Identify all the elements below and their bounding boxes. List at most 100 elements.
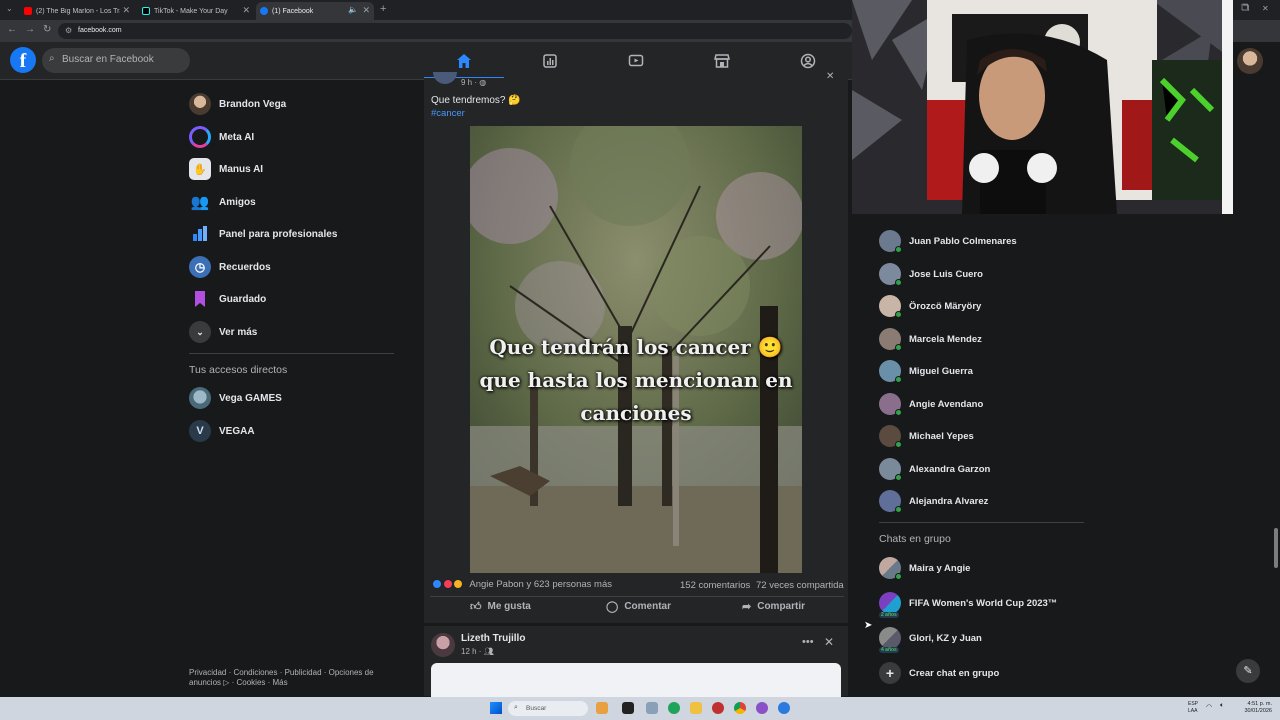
browser-tab[interactable]: (2) The Big Marlon - Los Trabaj ✕	[20, 2, 134, 20]
close-tab-icon[interactable]: ✕	[362, 5, 370, 16]
sidebar-item-friends[interactable]: 👥 Amigos	[189, 189, 256, 215]
taskbar-app-icon[interactable]	[596, 702, 608, 714]
url-bar[interactable]: ⚙ facebook.com	[58, 23, 852, 39]
shortcut-item[interactable]: Vega GAMES	[189, 385, 282, 411]
group-chat-item[interactable]: 4 años Glori, KZ y Juan	[879, 625, 982, 653]
footer-links[interactable]: Privacidad · Condiciones · Publicidad · …	[189, 668, 389, 688]
tab-title: (2) The Big Marlon - Los Trabaj	[36, 7, 120, 15]
audio-icon[interactable]: 🔈	[348, 5, 358, 14]
hashtag-link[interactable]: #cancer	[431, 108, 465, 119]
like-button[interactable]: 👍︎ Me gusta	[470, 600, 531, 613]
nav-marketplace[interactable]	[680, 42, 764, 79]
post-video[interactable]: Que tendrán los cancer 🙂 que hasta los m…	[470, 126, 802, 573]
network-icon[interactable]: ◠	[1206, 703, 1212, 711]
contact-item[interactable]: Juan Pablo Colmenares	[879, 228, 1017, 254]
group-chat-item[interactable]: 2 años FIFA Women's World Cup 2023™	[879, 590, 1057, 618]
shortcut-label: Vega GAMES	[219, 392, 282, 404]
more-options-icon[interactable]: •••	[802, 636, 814, 648]
scrollbar-thumb[interactable]	[1274, 528, 1278, 568]
post-content[interactable]	[431, 663, 841, 699]
comments-count[interactable]: 152 comentarios	[680, 580, 750, 591]
like-reaction-icon	[432, 579, 442, 590]
sidebar-item-meta-ai[interactable]: Meta AI	[189, 124, 254, 150]
browser-tab[interactable]: TikTok - Make Your Day ✕	[138, 2, 254, 20]
sidebar-item-see-more[interactable]: ⌄ Ver más	[189, 319, 257, 345]
sidebar-item-saved[interactable]: Guardado	[189, 286, 266, 312]
taskbar-app-icon[interactable]	[712, 702, 724, 714]
shortcut-item[interactable]: V VEGAA	[189, 418, 255, 444]
online-indicator	[895, 573, 902, 580]
dashboard-icon	[189, 223, 211, 245]
contact-item[interactable]: Alejandra Alvarez	[879, 488, 988, 514]
window-close-icon[interactable]: ✕	[1262, 4, 1269, 13]
comment-button[interactable]: ◯ Comentar	[606, 600, 671, 613]
taskbar-app-icon[interactable]	[668, 702, 680, 714]
nav-video[interactable]	[594, 42, 678, 79]
contact-item[interactable]: Örozcö Märyöry	[879, 293, 981, 319]
post-author[interactable]: Lizeth Trujillo	[461, 633, 525, 644]
window-maximize-icon[interactable]: ❐	[1242, 4, 1249, 13]
post-avatar[interactable]	[431, 633, 455, 657]
new-tab-icon[interactable]: +	[380, 3, 386, 15]
shortcut-label: VEGAA	[219, 425, 255, 437]
tab-list-icon[interactable]: ⌄	[6, 4, 13, 13]
facebook-logo[interactable]: f	[10, 47, 36, 73]
taskbar-search[interactable]: ⌕ Buscar	[508, 701, 588, 716]
system-clock[interactable]: 4:51 p. m. 30/01/2026	[1244, 701, 1272, 715]
contact-name: Alexandra Garzon	[909, 463, 991, 475]
taskbar-search-label: Buscar	[526, 705, 547, 712]
contact-item[interactable]: Jose Luis Cuero	[879, 261, 983, 287]
taskbar-app-icon[interactable]	[778, 702, 790, 714]
sidebar-item-profile[interactable]: Brandon Vega	[189, 91, 286, 117]
close-tab-icon[interactable]: ✕	[242, 5, 250, 16]
contact-name: Juan Pablo Colmenares	[909, 235, 1017, 247]
facebook-header: f ⌕ Buscar en Facebook	[0, 42, 852, 80]
share-button[interactable]: ➦ Compartir	[742, 600, 805, 613]
page-scrollbar[interactable]	[1273, 80, 1278, 692]
taskbar-app-icon[interactable]	[646, 702, 658, 714]
browser-tab-active[interactable]: (1) Facebook 🔈 ✕	[256, 2, 374, 20]
contact-item[interactable]: Alexandra Garzon	[879, 456, 990, 482]
chart-icon	[543, 53, 557, 68]
reactions-text[interactable]: Angie Pabon y 623 personas más	[469, 579, 612, 590]
contact-name: Örozcö Märyöry	[909, 300, 982, 312]
taskbar-app-icon[interactable]	[622, 702, 634, 714]
forward-icon[interactable]: →	[25, 24, 35, 35]
contact-item[interactable]: Angie Avendano	[879, 391, 983, 417]
sidebar-item-manus-ai[interactable]: ✋ Manus AI	[189, 156, 263, 182]
search-icon: ⌕	[49, 53, 55, 64]
volume-icon[interactable]: 🔈︎	[1220, 702, 1224, 710]
os-taskbar: ⌕ Buscar ESP LAA ◠ 🔈︎ 4:51 p. m. 30/01/2…	[0, 697, 1280, 720]
contact-name: Marcela Mendez	[909, 333, 982, 345]
back-icon[interactable]: ←	[7, 24, 17, 35]
account-avatar[interactable]	[1237, 48, 1263, 74]
nav-dashboard[interactable]	[508, 42, 592, 79]
group-chat-item[interactable]: Maira y Angie	[879, 555, 970, 581]
close-icon[interactable]: ✕	[826, 71, 834, 82]
reload-icon[interactable]: ↻	[43, 24, 51, 35]
close-tab-icon[interactable]: ✕	[122, 5, 130, 16]
close-icon[interactable]: ✕	[824, 635, 834, 649]
taskbar-app-icon[interactable]	[756, 702, 768, 714]
new-message-button[interactable]: ✎	[1236, 659, 1260, 683]
contact-item[interactable]: Michael Yepes	[879, 423, 974, 449]
webcam-overlay	[852, 0, 1233, 214]
contact-item[interactable]: Miguel Guerra	[879, 358, 973, 384]
nav-profile[interactable]	[766, 42, 850, 79]
sidebar-item-dashboard[interactable]: Panel para profesionales	[189, 221, 337, 247]
file-explorer-icon[interactable]	[690, 702, 702, 714]
sidebar-item-label: Brandon Vega	[219, 98, 287, 110]
sidebar-item-memories[interactable]: ◷ Recuerdos	[189, 254, 271, 280]
contact-item[interactable]: Marcela Mendez	[879, 326, 982, 352]
haha-reaction-icon	[453, 579, 464, 590]
post-avatar[interactable]	[433, 72, 457, 84]
search-input[interactable]: ⌕ Buscar en Facebook	[42, 48, 190, 73]
windows-start-icon[interactable]	[490, 702, 502, 714]
site-info-icon[interactable]: ⚙	[65, 26, 72, 35]
create-group-chat-button[interactable]: + Crear chat en grupo	[879, 660, 999, 686]
chrome-icon[interactable]	[734, 702, 746, 714]
clock-time: 4:51 p. m.	[1247, 701, 1272, 707]
group-avatar: 2 años	[879, 592, 901, 618]
language-indicator[interactable]: ESP LAA	[1188, 701, 1198, 715]
shares-count[interactable]: 72 veces compartida	[756, 580, 844, 591]
